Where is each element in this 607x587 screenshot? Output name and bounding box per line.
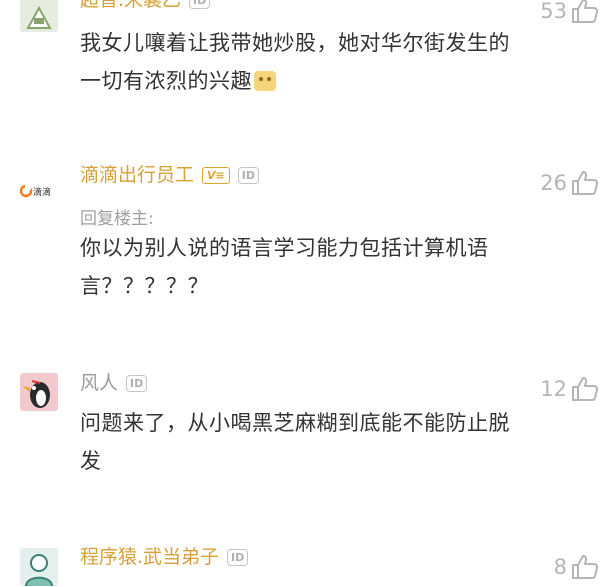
like-count: 53 bbox=[540, 0, 567, 23]
username-text[interactable]: 滴滴出行员工 bbox=[80, 164, 194, 186]
username-text[interactable]: 程序猿.武当弟子 bbox=[80, 546, 219, 568]
username[interactable]: 风人 ID bbox=[80, 371, 148, 395]
comment-text: 我女儿嚷着让我带她炒股，她对华尔街发生的一切有浓烈的兴趣 bbox=[80, 31, 510, 93]
id-badge-icon: ID bbox=[126, 375, 148, 392]
thumbs-up-icon bbox=[572, 555, 599, 579]
username-text[interactable]: 风人 bbox=[80, 372, 118, 394]
user-avatar[interactable]: 滴滴 bbox=[20, 172, 58, 210]
username-text[interactable]: 超普.宋襄乙 bbox=[80, 0, 181, 11]
laughing-emoji-icon bbox=[254, 71, 276, 91]
like-button[interactable]: 26 bbox=[540, 170, 599, 196]
like-count: 26 bbox=[540, 171, 567, 195]
comment-text: 问题来了，从小喝黑芝麻糊到底能不能防止脱发 bbox=[80, 411, 510, 473]
username[interactable]: 滴滴出行员工 V≡ ID bbox=[80, 163, 259, 187]
thumbs-up-icon bbox=[572, 377, 599, 401]
like-button[interactable]: 53 bbox=[540, 0, 599, 24]
username[interactable]: 程序猿.武当弟子 ID bbox=[80, 545, 249, 569]
thumbs-up-icon bbox=[572, 0, 599, 23]
reply-label: 回复楼主: bbox=[80, 209, 154, 229]
comment-text: 你以为别人说的语言学习能力包括计算机语言？？？？？ bbox=[80, 236, 489, 298]
thumbs-up-icon bbox=[572, 171, 599, 195]
user-avatar[interactable] bbox=[20, 0, 58, 32]
like-button[interactable]: 12 bbox=[540, 376, 599, 402]
username[interactable]: 超普.宋襄乙 ID bbox=[80, 0, 211, 12]
user-avatar[interactable] bbox=[20, 548, 58, 586]
id-badge-icon: ID bbox=[189, 0, 211, 9]
like-count: 8 bbox=[553, 555, 567, 579]
verified-badge-icon: V≡ bbox=[202, 167, 230, 184]
user-avatar[interactable] bbox=[20, 373, 58, 411]
like-button[interactable]: 8 bbox=[554, 554, 599, 580]
id-badge-icon: ID bbox=[227, 549, 249, 566]
didi-logo-icon: 滴滴 bbox=[20, 184, 51, 198]
id-badge-icon: ID bbox=[237, 167, 259, 184]
like-count: 12 bbox=[540, 377, 567, 401]
didi-logo-label: 滴滴 bbox=[33, 186, 51, 198]
